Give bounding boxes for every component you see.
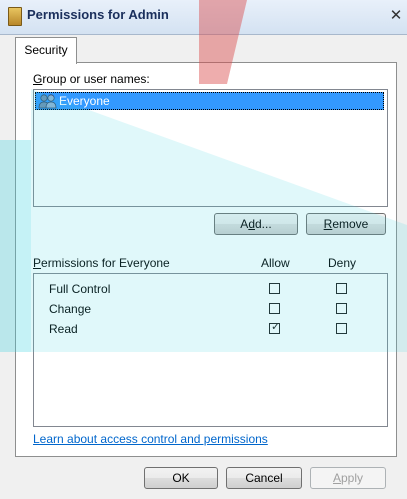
allow-checkbox-read[interactable]: ✓ — [269, 321, 281, 334]
help-link[interactable]: Learn about access control and permissio… — [33, 432, 268, 446]
permission-row-full-control: Full Control — [34, 280, 387, 300]
tab-security[interactable]: Security — [15, 37, 77, 64]
permissions-label: Permissions for Everyone — [33, 256, 170, 270]
remove-button[interactable]: Remove — [306, 213, 386, 235]
list-item-everyone[interactable]: Everyone — [35, 92, 384, 110]
folder-icon — [8, 7, 22, 26]
add-button[interactable]: Add... — [214, 213, 298, 235]
allow-checkbox-full-control[interactable] — [269, 283, 280, 294]
list-item-label: Everyone — [59, 94, 110, 108]
allow-checkbox-change[interactable] — [269, 303, 280, 314]
deny-checkbox-change[interactable] — [336, 303, 347, 314]
allow-column-header: Allow — [261, 256, 290, 270]
deny-checkbox-read[interactable] — [336, 323, 347, 334]
permission-row-read: Read ✓ — [34, 320, 387, 340]
window-title: Permissions for Admin — [27, 7, 169, 22]
checkmark-icon: ✓ — [271, 321, 281, 333]
permission-name: Read — [49, 322, 78, 336]
deny-checkbox-full-control[interactable] — [336, 283, 347, 294]
permissions-list: Full Control Change Read ✓ — [33, 273, 388, 427]
permission-row-change: Change — [34, 300, 387, 320]
cancel-button[interactable]: Cancel — [226, 467, 302, 489]
permission-name: Change — [49, 302, 92, 316]
group-list-label: Group or user names: — [33, 72, 150, 86]
ok-button[interactable]: OK — [144, 467, 218, 489]
deny-column-header: Deny — [328, 256, 357, 270]
apply-button[interactable]: Apply — [310, 467, 386, 489]
close-button[interactable]: ✕ — [389, 8, 403, 24]
permission-name: Full Control — [49, 282, 111, 296]
title-bar: Permissions for Admin ✕ — [0, 0, 407, 35]
group-user-list[interactable]: Everyone — [33, 89, 388, 207]
users-icon — [38, 94, 57, 109]
